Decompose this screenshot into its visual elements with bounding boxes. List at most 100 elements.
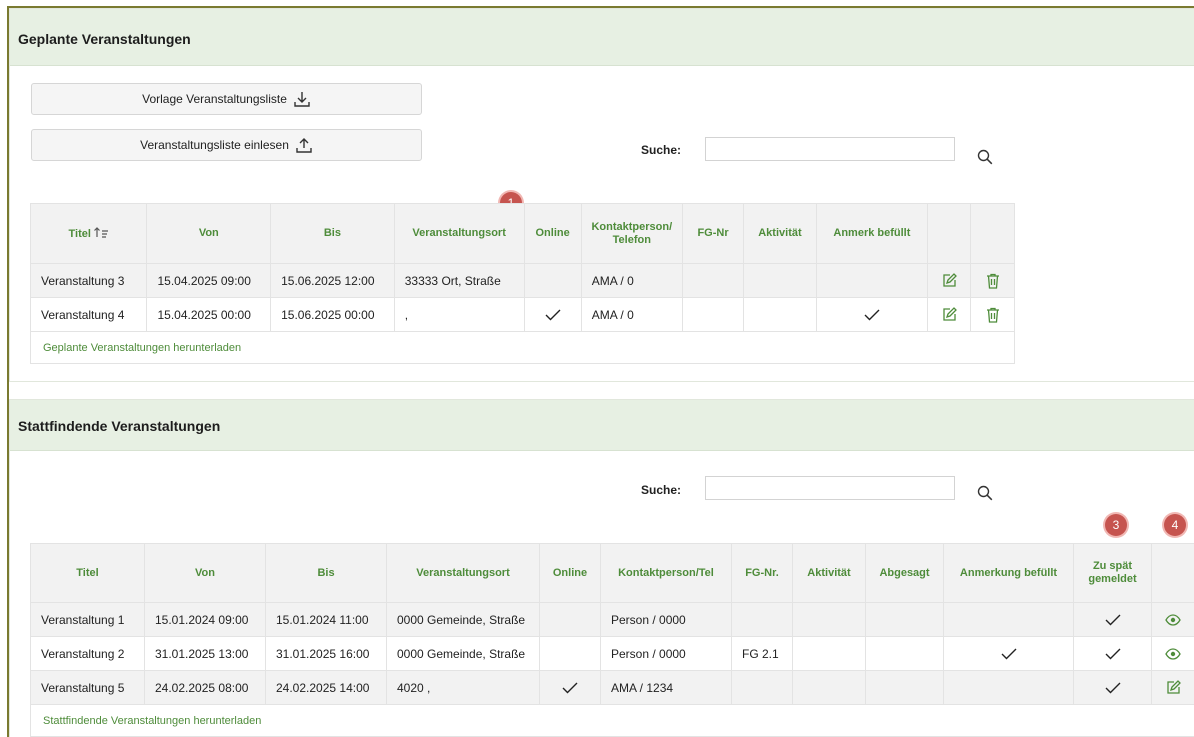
template-download-label: Vorlage Veranstaltungsliste: [142, 92, 287, 106]
trash-icon[interactable]: [985, 273, 1001, 289]
ongoing-search-icon[interactable]: [976, 484, 994, 502]
cell-online: [523, 263, 582, 298]
cell-action: [1151, 636, 1194, 671]
import-list-button[interactable]: Veranstaltungsliste einlesen: [31, 129, 422, 161]
planned-search-label: Suche:: [641, 143, 682, 157]
checkmark-icon: [864, 309, 880, 321]
cell-activity: [743, 263, 817, 298]
checkmark-icon: [545, 309, 561, 321]
col-activity[interactable]: Aktivität: [743, 203, 817, 264]
col-location[interactable]: Veranstaltungsort: [393, 203, 525, 264]
cell-activity: [743, 297, 817, 332]
cell-cancelled: [865, 670, 944, 705]
download-icon: [294, 92, 310, 107]
ongoing-events-table: Titel Von Bis Veranstaltungsort Online K…: [30, 543, 1194, 737]
cell-online: [539, 670, 601, 705]
cell-title: Veranstaltung 5: [30, 670, 145, 705]
col-from[interactable]: Von: [144, 543, 266, 603]
annotation-marker-4: 4: [1164, 514, 1186, 536]
cell-from: 15.01.2024 09:00: [144, 602, 266, 637]
col-cancelled[interactable]: Abgesagt: [865, 543, 944, 603]
planned-download-link[interactable]: Geplante Veranstaltungen herunterladen: [30, 331, 1015, 364]
cell-late: [1073, 670, 1152, 705]
cell-to: 31.01.2025 16:00: [265, 636, 387, 671]
col-fg-nr[interactable]: FG-Nr.: [731, 543, 793, 603]
cell-edit: [927, 297, 971, 332]
cell-online: [539, 602, 601, 637]
cell-delete: [970, 297, 1015, 332]
table-row: Veranstaltung 2 31.01.2025 13:00 31.01.2…: [30, 636, 1194, 671]
ongoing-search-label: Suche:: [641, 483, 682, 497]
view-icon[interactable]: [1165, 646, 1181, 662]
cell-edit: [927, 263, 971, 298]
cell-contact: AMA / 0: [580, 297, 683, 332]
edit-icon[interactable]: [941, 272, 957, 289]
planned-search-icon[interactable]: [976, 148, 994, 166]
cell-contact: AMA / 1234: [600, 670, 732, 705]
col-to[interactable]: Bis: [265, 543, 387, 603]
cell-contact: AMA / 0: [580, 263, 683, 298]
ongoing-events-panel: Stattfindende Veranstaltungen Suche: 3 4…: [9, 399, 1194, 737]
ongoing-panel-title: Stattfindende Veranstaltungen: [18, 418, 221, 434]
trash-icon[interactable]: [985, 307, 1001, 323]
ongoing-download-link[interactable]: Stattfindende Veranstaltungen herunterla…: [30, 704, 1194, 737]
checkmark-icon: [1105, 682, 1120, 694]
cell-location: ,: [393, 297, 525, 332]
cell-delete: [970, 263, 1015, 298]
col-location[interactable]: Veranstaltungsort: [386, 543, 540, 603]
cell-from: 31.01.2025 13:00: [144, 636, 266, 671]
cell-activity: [792, 670, 866, 705]
cell-to: 15.01.2024 11:00: [265, 602, 387, 637]
col-online[interactable]: Online: [539, 543, 601, 603]
edit-icon[interactable]: [941, 306, 957, 323]
col-contact[interactable]: Kontaktperson/ Telefon: [580, 203, 683, 264]
col-activity[interactable]: Aktivität: [792, 543, 866, 603]
cell-title: Veranstaltung 2: [30, 636, 145, 671]
table-row: Veranstaltung 4 15.04.2025 00:00 15.06.2…: [29, 297, 1015, 332]
cell-to: 15.06.2025 00:00: [270, 297, 395, 332]
col-action: [1151, 543, 1194, 603]
cell-contact: Person / 0000: [600, 602, 732, 637]
col-delete: [970, 203, 1015, 264]
template-download-button[interactable]: Vorlage Veranstaltungsliste: [31, 83, 422, 115]
cell-title: Veranstaltung 3: [29, 263, 148, 298]
col-online[interactable]: Online: [523, 203, 582, 264]
cell-online: [523, 297, 582, 332]
col-edit: [927, 203, 971, 264]
col-title[interactable]: Titel: [29, 203, 148, 264]
cell-note-filled: [943, 636, 1074, 671]
cell-fg: [681, 263, 745, 298]
cell-cancelled: [865, 636, 944, 671]
table-row: Veranstaltung 1 15.01.2024 09:00 15.01.2…: [30, 602, 1194, 637]
cell-location: 33333 Ort, Straße: [393, 263, 525, 298]
cell-location: 0000 Gemeinde, Straße: [386, 602, 540, 637]
import-list-label: Veranstaltungsliste einlesen: [140, 138, 289, 152]
planned-events-panel: Geplante Veranstaltungen Vorlage Veranst…: [9, 8, 1194, 382]
checkmark-icon: [562, 682, 578, 694]
cell-from: 15.04.2025 09:00: [146, 263, 272, 298]
ongoing-search-input[interactable]: [705, 476, 955, 500]
col-to[interactable]: Bis: [270, 203, 395, 264]
col-contact[interactable]: Kontaktperson/Tel: [600, 543, 732, 603]
col-note-filled[interactable]: Anmerkung befüllt: [943, 543, 1074, 603]
table-row: Veranstaltung 3 15.04.2025 09:00 15.06.2…: [29, 263, 1015, 298]
col-note-filled[interactable]: Anmerk befüllt: [815, 203, 929, 264]
cell-location: 0000 Gemeinde, Straße: [386, 636, 540, 671]
view-icon[interactable]: [1165, 612, 1181, 628]
table-row: Veranstaltung 5 24.02.2025 08:00 24.02.2…: [30, 670, 1194, 705]
cell-activity: [792, 636, 866, 671]
col-fg-nr[interactable]: FG-Nr: [681, 203, 745, 264]
cell-contact: Person / 0000: [600, 636, 732, 671]
edit-icon[interactable]: [1165, 679, 1181, 696]
col-title[interactable]: Titel: [30, 543, 145, 603]
sort-ascending-icon[interactable]: [93, 226, 109, 238]
cell-to: 15.06.2025 12:00: [270, 263, 395, 298]
checkmark-icon: [1001, 648, 1016, 660]
planned-search-input[interactable]: [705, 137, 955, 161]
cell-location: 4020 ,: [386, 670, 540, 705]
cell-title: Veranstaltung 1: [30, 602, 145, 637]
ongoing-panel-header: Stattfindende Veranstaltungen: [10, 400, 1194, 451]
cell-late: [1073, 636, 1152, 671]
col-from[interactable]: Von: [146, 203, 272, 264]
col-late-reported[interactable]: Zu spät gemeldet: [1073, 543, 1152, 603]
